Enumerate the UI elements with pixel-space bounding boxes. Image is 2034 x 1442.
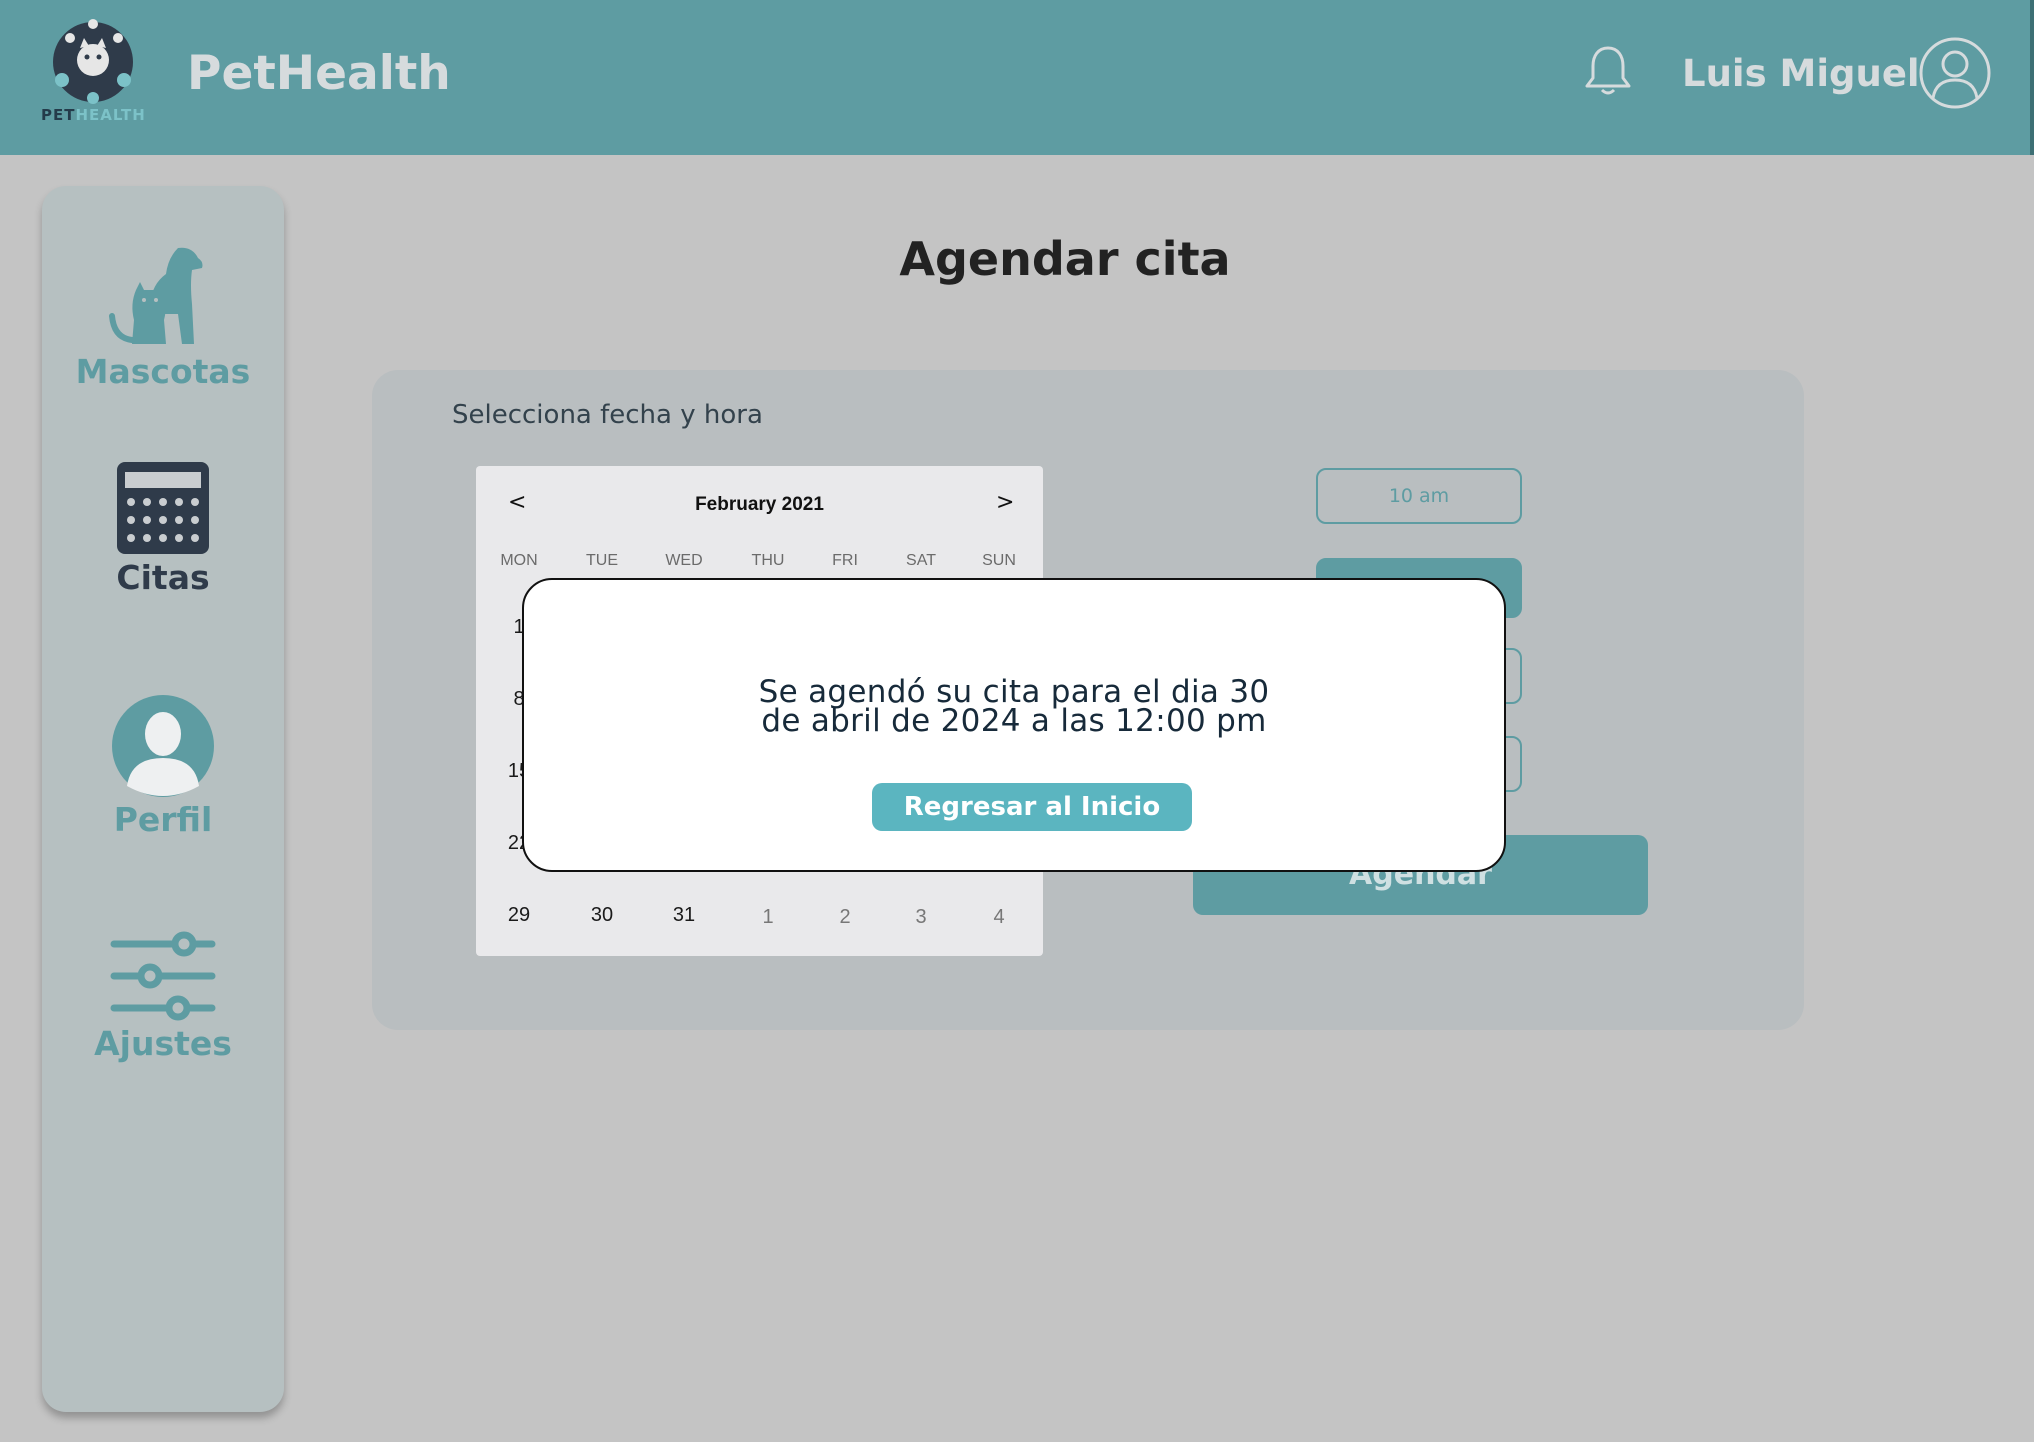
sidebar-item-label: Ajustes [94, 1024, 232, 1063]
brand-name: PetHealth [187, 46, 451, 101]
calendar-day[interactable]: 30 [572, 904, 632, 927]
profile-icon [112, 695, 214, 797]
calendar-day[interactable]: 29 [489, 904, 549, 927]
pets-icon [109, 247, 203, 344]
weekday-header: SUN [982, 552, 1016, 569]
logo-word-health: HEALTH [75, 106, 146, 124]
user-avatar-icon[interactable] [1918, 36, 1992, 110]
calendar-day[interactable]: 31 [654, 904, 714, 927]
calendar-icon [117, 462, 209, 554]
time-slot-button[interactable]: 10 am [1316, 468, 1522, 524]
weekday-header: TUE [586, 552, 618, 569]
confirmation-modal: Se agendó su cita para el dia 30 de abri… [522, 578, 1506, 872]
weekday-header: THU [751, 552, 785, 569]
back-to-home-button[interactable]: Regresar al Inicio [872, 783, 1192, 831]
sidebar-item-perfil[interactable]: Perfil [42, 694, 284, 839]
bell-icon[interactable] [1582, 44, 1634, 98]
logo-word-pet: PET [41, 106, 76, 124]
sidebar: Mascotas Citas Perfil Ajustes [42, 186, 284, 1412]
sidebar-item-label: Perfil [113, 800, 213, 839]
weekday-header: SAT [906, 552, 936, 569]
confirmation-message: Se agendó su cita para el dia 30 de abri… [524, 677, 1504, 739]
sidebar-item-mascotas[interactable]: Mascotas [42, 244, 284, 391]
calendar-day[interactable]: 4 [969, 906, 1029, 929]
weekday-header: MON [500, 552, 538, 569]
calendar-day[interactable]: 2 [815, 906, 875, 929]
sidebar-item-label: Citas [116, 558, 210, 597]
calendar-month-label: February 2021 [695, 494, 824, 515]
next-month-button[interactable]: > [996, 490, 1014, 515]
weekday-header: FRI [832, 552, 858, 569]
weekday-header: WED [665, 552, 703, 569]
page-title: Agendar cita [899, 232, 1231, 286]
user-name[interactable]: Luis Miguel [1682, 52, 1920, 95]
top-bar: PETHEALTH PetHealth Luis Miguel [0, 0, 2034, 155]
sliders-icon [110, 931, 216, 1021]
logo-wordmark: PETHEALTH [41, 106, 146, 124]
calendar-day[interactable]: 1 [738, 906, 798, 929]
calendar-day[interactable]: 3 [891, 906, 951, 929]
confirmation-line-2: de abril de 2024 a las 12:00 pm [761, 703, 1267, 739]
select-date-time-label: Selecciona fecha y hora [452, 400, 763, 430]
sidebar-item-label: Mascotas [75, 352, 251, 391]
sidebar-item-citas[interactable]: Citas [42, 460, 284, 597]
sidebar-item-ajustes[interactable]: Ajustes [42, 930, 284, 1063]
